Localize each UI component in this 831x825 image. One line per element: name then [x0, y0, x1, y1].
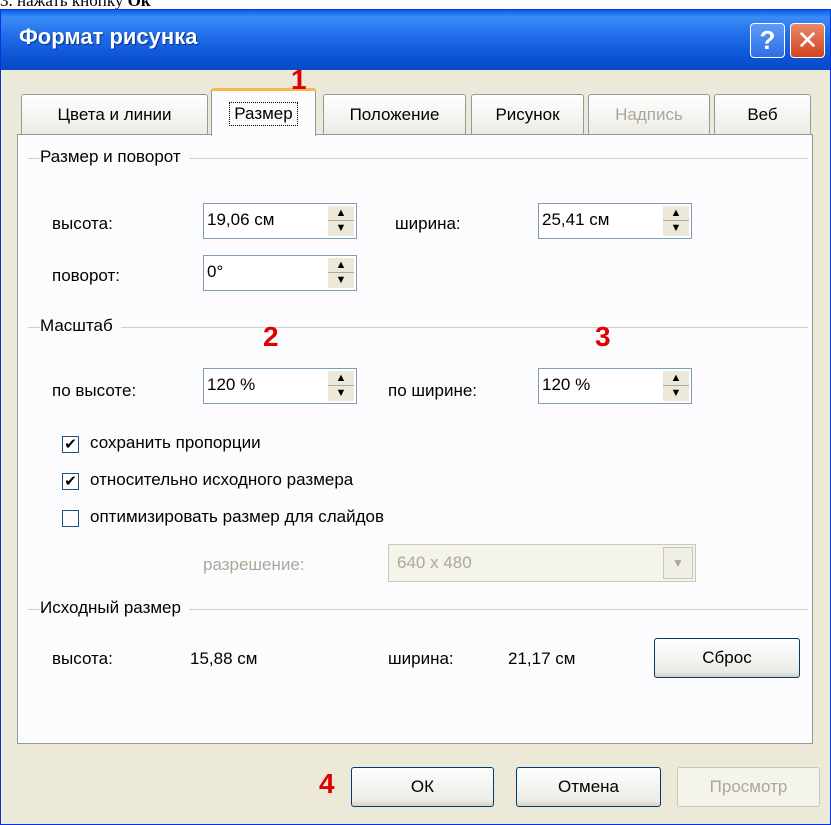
- original-height-value: 15,88 см: [190, 649, 258, 668]
- tab-textbox: Надпись: [588, 94, 710, 134]
- spin-down-icon[interactable]: ▼: [328, 273, 354, 288]
- width-spinner[interactable]: 25,41 см ▲ ▼: [538, 203, 692, 239]
- step-marker-3: 3: [595, 321, 611, 352]
- resolution-value: 640 x 480: [397, 553, 472, 572]
- reset-button[interactable]: Сброс: [654, 638, 800, 678]
- spin-up-icon[interactable]: ▲: [328, 258, 354, 273]
- relative-size-label[interactable]: относительно исходного размера: [90, 470, 353, 490]
- resolution-select: 640 x 480 ▼: [388, 544, 696, 582]
- tab-web[interactable]: Веб: [714, 94, 811, 134]
- optimize-slides-checkbox[interactable]: [62, 510, 79, 527]
- optimize-slides-label[interactable]: оптимизировать размер для слайдов: [90, 507, 384, 527]
- spin-up-icon[interactable]: ▲: [663, 206, 689, 221]
- height-value: 19,06 см: [207, 210, 275, 229]
- size-tab-panel: Размер и поворот высота: 19,06 см ▲ ▼ шир…: [17, 134, 813, 744]
- scale-width-label: по ширине:: [388, 381, 478, 400]
- group-divider: [28, 327, 808, 329]
- spin-down-icon[interactable]: ▼: [328, 221, 354, 236]
- spin-up-icon[interactable]: ▲: [328, 371, 354, 386]
- width-label: ширина:: [395, 214, 461, 233]
- spin-up-icon[interactable]: ▲: [663, 371, 689, 386]
- dialog-title: Формат рисунка: [19, 24, 198, 49]
- original-height-label: высота:: [52, 649, 113, 668]
- step-marker-4: 4: [319, 768, 335, 799]
- rotation-label: поворот:: [52, 266, 120, 285]
- size-rotation-group-title: Размер и поворот: [40, 147, 189, 167]
- dropdown-arrow-icon: ▼: [663, 547, 693, 579]
- tab-position[interactable]: Положение: [323, 94, 466, 134]
- tab-colors-lines[interactable]: Цвета и линии: [21, 94, 208, 134]
- help-button[interactable]: ?: [750, 23, 785, 58]
- step-marker-1: 1: [291, 64, 307, 95]
- scale-width-value: 120 %: [542, 375, 591, 394]
- tab-label: Положение: [349, 104, 440, 124]
- keep-ratio-label[interactable]: сохранить пропорции: [90, 433, 261, 453]
- resolution-label: разрешение:: [203, 555, 305, 574]
- scale-width-spinner[interactable]: 120 % ▲ ▼: [538, 368, 692, 404]
- scale-group-title: Масштаб: [40, 316, 121, 336]
- spin-down-icon[interactable]: ▼: [663, 386, 689, 401]
- height-label: высота:: [52, 214, 113, 233]
- ok-button[interactable]: ОК: [351, 767, 494, 807]
- step-marker-2: 2: [263, 321, 279, 352]
- tab-label: Веб: [747, 104, 778, 124]
- spin-up-icon[interactable]: ▲: [328, 206, 354, 221]
- close-button[interactable]: ✕: [790, 23, 825, 58]
- cancel-button[interactable]: Отмена: [516, 767, 661, 807]
- original-size-group-title: Исходный размер: [40, 598, 189, 618]
- rotation-spinner[interactable]: 0° ▲ ▼: [203, 255, 357, 291]
- tab-label: Цвета и линии: [57, 104, 172, 124]
- preview-button: Просмотр: [677, 767, 820, 807]
- relative-size-checkbox[interactable]: ✔: [62, 473, 79, 490]
- tab-label: Надпись: [615, 104, 683, 124]
- instruction-caption: 3. нажать кнопку Ок: [0, 0, 151, 10]
- spin-down-icon[interactable]: ▼: [663, 221, 689, 236]
- format-picture-dialog: Формат рисунка ? ✕ Цвета и линии Размер …: [0, 9, 831, 825]
- rotation-value: 0°: [207, 262, 224, 281]
- width-value: 25,41 см: [542, 210, 610, 229]
- title-bar[interactable]: Формат рисунка ? ✕: [1, 10, 830, 70]
- tab-picture[interactable]: Рисунок: [471, 94, 584, 134]
- check-icon: ✔: [64, 473, 77, 490]
- tab-label: Рисунок: [495, 104, 560, 124]
- scale-height-value: 120 %: [207, 375, 256, 394]
- check-icon: ✔: [64, 436, 77, 453]
- scale-height-label: по высоте:: [52, 381, 137, 400]
- spin-down-icon[interactable]: ▼: [328, 386, 354, 401]
- keep-ratio-checkbox[interactable]: ✔: [62, 436, 79, 453]
- scale-height-spinner[interactable]: 120 % ▲ ▼: [203, 368, 357, 404]
- tab-label: Размер: [229, 101, 298, 126]
- height-spinner[interactable]: 19,06 см ▲ ▼: [203, 203, 357, 239]
- original-width-value: 21,17 см: [508, 649, 576, 668]
- original-width-label: ширина:: [388, 649, 454, 668]
